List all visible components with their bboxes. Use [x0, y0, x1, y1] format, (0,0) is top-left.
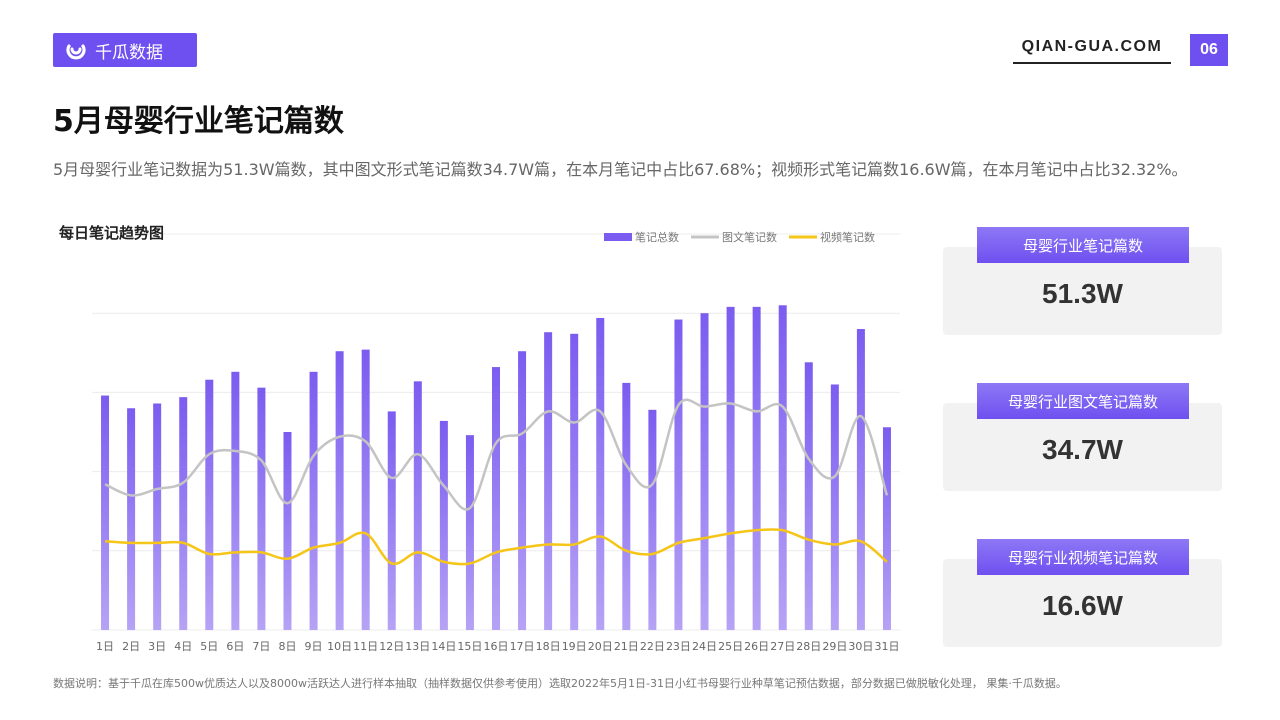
bar-total-17日 — [518, 351, 527, 630]
bar-total-25日 — [726, 306, 735, 630]
brand-logo: 千瓜数据 — [53, 33, 197, 67]
page-title: 5月母婴行业笔记篇数 — [53, 104, 344, 139]
bar-total-26日 — [752, 306, 761, 630]
bar-total-9日 — [309, 371, 318, 630]
x-tick-label: 21日 — [614, 640, 639, 653]
bar-total-15日 — [465, 435, 474, 630]
bar-total-21日 — [622, 382, 631, 630]
x-tick-label: 8日 — [278, 640, 296, 653]
x-tick-label: 2日 — [122, 640, 140, 653]
x-tick-label: 20日 — [588, 640, 613, 653]
bar-total-22日 — [648, 409, 657, 630]
x-tick-label: 27日 — [770, 640, 795, 653]
daily-notes-chart: 1日 2日 3日 4日 5日 6日 7日 8日 9日 10日 11日 12日 13日 14日 15日 16日 1… — [92, 230, 900, 653]
image-notes-label: 母婴行业图文笔记篇数 — [977, 383, 1189, 419]
bar-total-5日 — [205, 379, 214, 630]
x-tick-label: 23日 — [666, 640, 691, 653]
legend-label: 图文笔记数 — [722, 230, 777, 244]
x-tick-label: 14日 — [431, 640, 456, 653]
x-tick-label: 24日 — [692, 640, 717, 653]
bar-total-14日 — [439, 420, 448, 630]
bar-total-7日 — [257, 387, 266, 630]
brand-mark-icon — [66, 44, 86, 60]
chart-heading: 每日笔记趋势图 — [59, 224, 165, 242]
image-notes-value: 34.7W — [1042, 434, 1123, 465]
bar-total-19日 — [570, 333, 579, 630]
bar-total-28日 — [804, 362, 813, 630]
x-tick-label: 11日 — [353, 640, 378, 653]
legend-swatch-total — [604, 233, 632, 241]
bar-total-24日 — [700, 313, 709, 630]
x-tick-label: 28日 — [796, 640, 821, 653]
x-tick-label: 10日 — [327, 640, 352, 653]
bar-total-11日 — [361, 349, 370, 630]
bar-total-8日 — [283, 432, 292, 630]
bar-total-18日 — [544, 332, 553, 630]
x-tick-label: 16日 — [484, 640, 509, 653]
x-tick-label: 31日 — [874, 640, 899, 653]
bar-total-20日 — [596, 317, 605, 630]
bar-total-1日 — [101, 395, 110, 630]
bar-total-13日 — [413, 381, 422, 630]
bar-total-30日 — [856, 329, 865, 630]
x-tick-label: 9日 — [305, 640, 323, 653]
x-tick-label: 1日 — [96, 640, 114, 653]
x-tick-label: 29日 — [822, 640, 847, 653]
x-tick-label: 15日 — [457, 640, 482, 653]
bar-total-4日 — [179, 397, 188, 630]
bar-total-27日 — [778, 305, 787, 630]
bar-total-31日 — [882, 427, 891, 630]
x-tick-label: 3日 — [148, 640, 166, 653]
legend-label: 笔记总数 — [635, 230, 679, 244]
x-tick-label: 18日 — [536, 640, 561, 653]
bar-total-16日 — [492, 367, 500, 630]
data-footnote: 数据说明：基于千瓜在库500w优质达人以及8000w活跃达人进行样本抽取（抽样数… — [53, 677, 1067, 690]
x-tick-label: 7日 — [252, 640, 270, 653]
x-tick-label: 12日 — [379, 640, 404, 653]
x-tick-label: 6日 — [226, 640, 244, 653]
total-notes-value: 51.3W — [1042, 278, 1123, 309]
video-notes-label: 母婴行业视频笔记篇数 — [977, 539, 1189, 575]
video-notes-value: 16.6W — [1042, 590, 1123, 621]
brand-name: 千瓜数据 — [95, 42, 163, 63]
x-tick-label: 19日 — [562, 640, 587, 653]
x-tick-label: 5日 — [200, 640, 218, 653]
bar-total-2日 — [127, 408, 136, 630]
bar-total-3日 — [153, 403, 162, 630]
site-url: QIAN-GUA.COM — [1013, 38, 1171, 64]
bar-total-10日 — [335, 351, 344, 630]
x-tick-label: 30日 — [848, 640, 873, 653]
page-number: 06 — [1190, 34, 1228, 66]
x-tick-label: 17日 — [510, 640, 535, 653]
x-tick-label: 4日 — [174, 640, 192, 653]
x-tick-label: 22日 — [640, 640, 665, 653]
x-tick-label: 25日 — [718, 640, 743, 653]
total-notes-label: 母婴行业笔记篇数 — [977, 227, 1189, 263]
bar-total-6日 — [231, 371, 240, 630]
page-description: 5月母婴行业笔记数据为51.3W篇数，其中图文形式笔记篇数34.7W篇，在本月笔… — [53, 160, 1188, 179]
x-tick-label: 26日 — [744, 640, 769, 653]
bar-total-23日 — [674, 319, 683, 630]
x-tick-label: 13日 — [405, 640, 430, 653]
legend-label: 视频笔记数 — [820, 230, 875, 244]
bar-total-29日 — [830, 384, 839, 630]
bar-total-12日 — [387, 411, 396, 630]
